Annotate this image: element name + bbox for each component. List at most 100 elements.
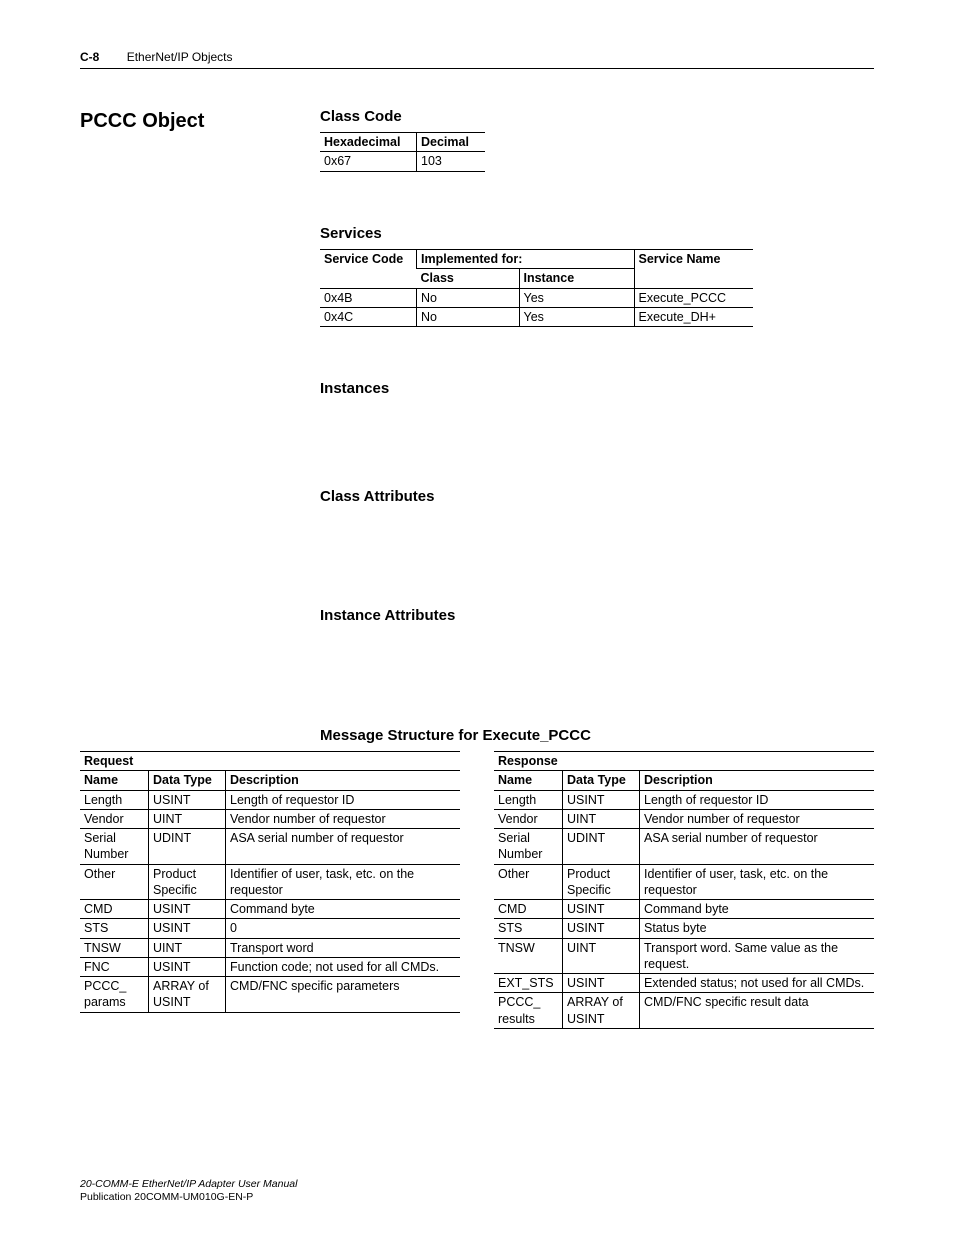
cell: 0x4B bbox=[320, 288, 417, 307]
cell: Serial Number bbox=[80, 829, 149, 865]
class-code-heading: Class Code bbox=[320, 107, 874, 127]
table-row: CMDUSINTCommand byte bbox=[494, 900, 874, 919]
cell: TNSW bbox=[494, 938, 563, 974]
cell: EXT_STS bbox=[494, 974, 563, 993]
cell: UINT bbox=[149, 809, 226, 828]
cell: USINT bbox=[149, 900, 226, 919]
cell: No bbox=[417, 288, 520, 307]
cell: Length bbox=[494, 790, 563, 809]
table-row: STSUSINTStatus byte bbox=[494, 919, 874, 938]
table-row: VendorUINTVendor number of requestor bbox=[494, 809, 874, 828]
cell: CMD/FNC specific parameters bbox=[226, 977, 461, 1013]
cell: ARRAY of USINT bbox=[149, 977, 226, 1013]
cell: CMD bbox=[494, 900, 563, 919]
request-table: Request Name Data Type Description Lengt… bbox=[80, 751, 460, 1013]
cell: Vendor number of requestor bbox=[226, 809, 461, 828]
cell: 0x4C bbox=[320, 307, 417, 326]
cell: No bbox=[417, 307, 520, 326]
page-header: C-8 EtherNet/IP Objects bbox=[80, 50, 874, 69]
instance-attributes-heading: Instance Attributes bbox=[320, 606, 874, 626]
table-row: Serial NumberUDINTASA serial number of r… bbox=[80, 829, 460, 865]
response-table: Response Name Data Type Description Leng… bbox=[494, 751, 874, 1029]
cell: CMD bbox=[80, 900, 149, 919]
cell: Serial Number bbox=[494, 829, 563, 865]
cell: CMD/FNC specific result data bbox=[640, 993, 875, 1029]
col-name: Name bbox=[494, 771, 563, 790]
col-service-code: Service Code bbox=[320, 250, 417, 289]
table-row: EXT_STSUSINTExtended status; not used fo… bbox=[494, 974, 874, 993]
cell: USINT bbox=[149, 919, 226, 938]
cell: TNSW bbox=[80, 938, 149, 957]
cell: STS bbox=[80, 919, 149, 938]
cell: Command byte bbox=[226, 900, 461, 919]
cell: UINT bbox=[149, 938, 226, 957]
table-row: PCCC_ paramsARRAY of USINTCMD/FNC specif… bbox=[80, 977, 460, 1013]
request-title: Request bbox=[80, 752, 460, 771]
cell: UINT bbox=[563, 809, 640, 828]
cell: PCCC_ results bbox=[494, 993, 563, 1029]
cell: Product Specific bbox=[149, 864, 226, 900]
cell: Transport word bbox=[226, 938, 461, 957]
footer-publication: Publication 20COMM-UM010G-EN-P bbox=[80, 1191, 297, 1205]
class-code-table: Hexadecimal Decimal 0x67 103 bbox=[320, 132, 485, 172]
cell: Length of requestor ID bbox=[640, 790, 875, 809]
cell: Vendor bbox=[494, 809, 563, 828]
cell: Product Specific bbox=[563, 864, 640, 900]
message-structure-heading: Message Structure for Execute_PCCC bbox=[320, 726, 874, 746]
section-title: EtherNet/IP Objects bbox=[127, 50, 233, 64]
cell: USINT bbox=[563, 974, 640, 993]
table-row: VendorUINTVendor number of requestor bbox=[80, 809, 460, 828]
table-row: CMDUSINTCommand byte bbox=[80, 900, 460, 919]
page-footer: 20-COMM-E EtherNet/IP Adapter User Manua… bbox=[80, 1178, 297, 1205]
cell: ASA serial number of requestor bbox=[226, 829, 461, 865]
col-implemented-for: Implemented for: bbox=[417, 250, 635, 269]
cell: USINT bbox=[563, 790, 640, 809]
cell: Function code; not used for all CMDs. bbox=[226, 957, 461, 976]
cell: ASA serial number of requestor bbox=[640, 829, 875, 865]
cell: 0 bbox=[226, 919, 461, 938]
cell: USINT bbox=[563, 919, 640, 938]
col-class: Class bbox=[417, 269, 520, 288]
col-data-type: Data Type bbox=[563, 771, 640, 790]
cell: Execute_PCCC bbox=[634, 288, 753, 307]
cell: USINT bbox=[149, 790, 226, 809]
services-heading: Services bbox=[320, 224, 874, 244]
cell: PCCC_ params bbox=[80, 977, 149, 1013]
table-row: STSUSINT0 bbox=[80, 919, 460, 938]
col-description: Description bbox=[226, 771, 461, 790]
table-row: Serial NumberUDINTASA serial number of r… bbox=[494, 829, 874, 865]
class-attributes-heading: Class Attributes bbox=[320, 487, 874, 507]
col-hex: Hexadecimal bbox=[320, 133, 417, 152]
table-row: LengthUSINTLength of requestor ID bbox=[494, 790, 874, 809]
cell: Execute_DH+ bbox=[634, 307, 753, 326]
table-row: 0x4B No Yes Execute_PCCC bbox=[320, 288, 753, 307]
table-row: PCCC_ resultsARRAY of USINTCMD/FNC speci… bbox=[494, 993, 874, 1029]
cell: Other bbox=[494, 864, 563, 900]
col-instance: Instance bbox=[519, 269, 634, 288]
cell: FNC bbox=[80, 957, 149, 976]
cell: Command byte bbox=[640, 900, 875, 919]
table-row: OtherProduct SpecificIdentifier of user,… bbox=[80, 864, 460, 900]
cell: Length bbox=[80, 790, 149, 809]
cell: UDINT bbox=[563, 829, 640, 865]
table-row: TNSWUINTTransport word. Same value as th… bbox=[494, 938, 874, 974]
cell: Status byte bbox=[640, 919, 875, 938]
cell: Yes bbox=[519, 288, 634, 307]
cell: ARRAY of USINT bbox=[563, 993, 640, 1029]
response-title: Response bbox=[494, 752, 874, 771]
cell: Length of requestor ID bbox=[226, 790, 461, 809]
table-row: 0x4C No Yes Execute_DH+ bbox=[320, 307, 753, 326]
cell: UDINT bbox=[149, 829, 226, 865]
cell: Identifier of user, task, etc. on the re… bbox=[226, 864, 461, 900]
cell: 0x67 bbox=[320, 152, 417, 171]
cell: Transport word. Same value as the reques… bbox=[640, 938, 875, 974]
cell: USINT bbox=[563, 900, 640, 919]
cell: STS bbox=[494, 919, 563, 938]
cell: UINT bbox=[563, 938, 640, 974]
cell: Yes bbox=[519, 307, 634, 326]
col-description: Description bbox=[640, 771, 875, 790]
col-name: Name bbox=[80, 771, 149, 790]
page-number: C-8 bbox=[80, 50, 99, 64]
table-row: OtherProduct SpecificIdentifier of user,… bbox=[494, 864, 874, 900]
cell: Vendor number of requestor bbox=[640, 809, 875, 828]
